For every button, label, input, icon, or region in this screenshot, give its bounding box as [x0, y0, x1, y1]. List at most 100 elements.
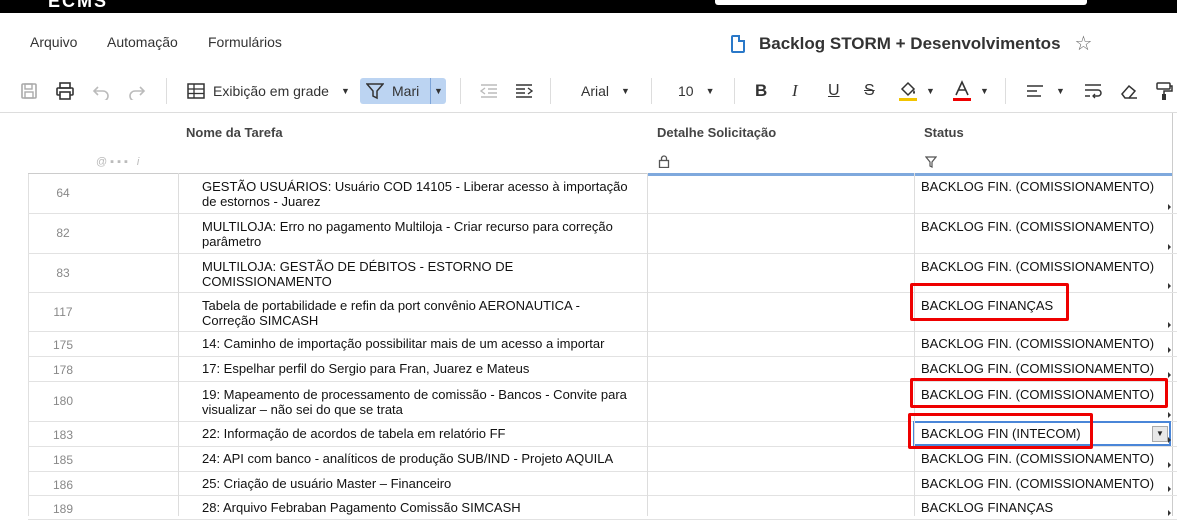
fill-color-icon[interactable]: ▼ — [898, 78, 935, 104]
undo-icon[interactable] — [92, 78, 110, 104]
align-left-icon[interactable]: ▼ — [1026, 78, 1065, 104]
task-name-line: GESTÃO USUÁRIOS: Usuário COD 14105 - Lib… — [202, 179, 628, 194]
column-header-label: Nome da Tarefa — [186, 125, 283, 140]
status-cell[interactable]: BACKLOG FIN. (COMISSIONAMENTO) — [921, 219, 1154, 234]
font-size-label: 10 — [678, 83, 694, 99]
task-name-line: COMISSIONAMENTO — [202, 274, 332, 289]
task-name-cell[interactable]: 28: Arquivo Febraban Pagamento Comissão … — [202, 500, 642, 515]
task-name-cell[interactable]: 25: Criação de usuário Master – Financei… — [202, 476, 642, 491]
cell-corner-marker — [1168, 244, 1171, 250]
print-icon[interactable] — [55, 78, 75, 104]
save-icon[interactable] — [20, 78, 38, 104]
column-header-nome[interactable]: Nome da Tarefa — [178, 113, 648, 174]
column-header-status[interactable]: Status — [914, 113, 1172, 176]
menu-arquivo[interactable]: Arquivo — [30, 34, 77, 50]
row-number: 189 — [52, 502, 74, 516]
task-name-line: Correção SIMCASH — [202, 313, 319, 328]
task-name-cell[interactable]: 22: Informação de acordos de tabela em r… — [202, 426, 642, 441]
eraser-icon[interactable] — [1120, 78, 1138, 104]
status-cell[interactable]: BACKLOG FIN. (COMISSIONAMENTO) — [921, 451, 1154, 466]
row-number: 64 — [56, 186, 70, 200]
task-name-cell[interactable]: Tabela de portabilidade e refin da port … — [202, 298, 642, 328]
outdent-icon[interactable] — [480, 78, 498, 104]
table-row[interactable]: 64 GESTÃO USUÁRIOS: Usuário COD 14105 - L… — [28, 173, 1177, 214]
global-search-input[interactable] — [715, 0, 1087, 5]
indent-icon[interactable] — [515, 78, 533, 104]
row-number: 183 — [52, 428, 74, 442]
cell-corner-marker — [1168, 372, 1171, 378]
table-row[interactable]: 82 MULTILOJA: Erro no pagamento Multiloja… — [28, 213, 1177, 254]
table-row[interactable]: 189 28: Arquivo Febraban Pagamento Comiss… — [28, 495, 1177, 520]
detail-cell[interactable] — [648, 213, 914, 253]
font-family-dropdown[interactable]: Arial ▼ — [581, 78, 630, 104]
status-cell[interactable]: BACKLOG FIN. (COMISSIONAMENTO) — [921, 259, 1154, 274]
task-name-cell[interactable]: 19: Mapeamento de processamento de comis… — [202, 387, 642, 417]
task-name-line: 14: Caminho de importação possibilitar m… — [202, 336, 605, 351]
chevron-down-icon[interactable]: ▼ — [1056, 86, 1065, 96]
task-name-cell[interactable]: 17: Espelhar perfil do Sergio para Fran,… — [202, 361, 642, 376]
wrap-text-icon[interactable] — [1084, 78, 1102, 104]
star-icon[interactable]: ☆ — [1075, 31, 1093, 56]
table-row[interactable]: 175 14: Caminho de importação possibilita… — [28, 331, 1177, 357]
text-color-icon[interactable]: ▼ — [952, 78, 989, 104]
column-divider — [178, 173, 179, 516]
detail-cell[interactable] — [648, 495, 914, 519]
chevron-down-icon[interactable]: ▼ — [434, 86, 443, 96]
task-name-cell[interactable]: MULTILOJA: GESTÃO DE DÉBITOS - ESTORNO D… — [202, 259, 642, 289]
detail-cell[interactable] — [648, 253, 914, 292]
task-name-line: 28: Arquivo Febraban Pagamento Comissão … — [202, 500, 521, 515]
cell-corner-marker — [1168, 283, 1171, 289]
task-name-cell[interactable]: MULTILOJA: Erro no pagamento Multiloja -… — [202, 219, 642, 249]
detail-cell[interactable] — [648, 173, 914, 213]
task-name-line: 22: Informação de acordos de tabela em r… — [202, 426, 506, 441]
filter-icon — [925, 156, 937, 168]
italic-icon[interactable]: I — [792, 78, 798, 104]
highlight-box — [910, 283, 1069, 321]
detail-cell[interactable] — [648, 471, 914, 495]
cell-corner-marker — [1168, 486, 1171, 492]
status-cell[interactable]: BACKLOG FIN. (COMISSIONAMENTO) — [921, 476, 1154, 491]
bold-icon[interactable]: B — [755, 78, 767, 104]
detail-cell[interactable] — [648, 356, 914, 381]
strikethrough-icon[interactable]: S — [864, 78, 875, 104]
task-name-cell[interactable]: 14: Caminho de importação possibilitar m… — [202, 336, 642, 351]
filter-dropdown[interactable]: Mari ▼ — [360, 78, 446, 104]
menu-formularios[interactable]: Formulários — [208, 34, 282, 50]
font-size-dropdown[interactable]: 10 ▼ — [678, 78, 715, 104]
task-name-cell[interactable]: 24: API com banco - analíticos de produç… — [202, 451, 642, 466]
toolbar-divider — [651, 78, 652, 104]
task-name-line: 19: Mapeamento de processamento de comis… — [202, 387, 627, 402]
cell-corner-marker — [1168, 322, 1171, 328]
paint-format-icon[interactable] — [1155, 78, 1173, 104]
status-cell[interactable]: BACKLOG FIN. (COMISSIONAMENTO) — [921, 179, 1154, 194]
chevron-down-icon[interactable]: ▼ — [980, 86, 989, 96]
task-name-line: 25: Criação de usuário Master – Financei… — [202, 476, 452, 491]
filter-icon — [366, 83, 384, 100]
left-gutter — [0, 113, 29, 516]
status-cell[interactable]: BACKLOG FIN. (COMISSIONAMENTO) — [921, 361, 1154, 376]
detail-cell[interactable] — [648, 421, 914, 446]
status-cell[interactable]: BACKLOG FIN. (COMISSIONAMENTO) — [921, 336, 1154, 351]
status-cell[interactable]: BACKLOG FINANÇAS — [921, 500, 1053, 515]
document-title[interactable]: Backlog STORM + Desenvolvimentos — [759, 34, 1061, 54]
detail-cell[interactable] — [648, 381, 914, 421]
chevron-down-icon[interactable]: ▼ — [1152, 426, 1168, 442]
cell-corner-marker — [1168, 347, 1171, 353]
underline-icon[interactable]: U — [828, 78, 840, 104]
highlight-box — [908, 413, 1093, 449]
table-row[interactable]: 186 25: Criação de usuário Master – Finan… — [28, 471, 1177, 496]
detail-cell[interactable] — [648, 446, 914, 471]
grid-view-dropdown[interactable]: Exibição em grade ▼ — [187, 78, 350, 104]
table-row[interactable]: 185 24: API com banco - analíticos de pro… — [28, 446, 1177, 472]
menu-automacao[interactable]: Automação — [107, 34, 178, 50]
detail-cell[interactable] — [648, 331, 914, 356]
toolbar: Exibição em grade ▼ Mari ▼ Arial ▼ 10 ▼ … — [0, 70, 1177, 113]
redo-icon[interactable] — [128, 78, 146, 104]
detail-cell[interactable] — [648, 292, 914, 331]
chevron-down-icon[interactable]: ▼ — [926, 86, 935, 96]
task-name-line: MULTILOJA: GESTÃO DE DÉBITOS - ESTORNO D… — [202, 259, 514, 274]
cell-corner-marker — [1168, 204, 1171, 210]
column-header-detalhe[interactable]: Detalhe Solicitação — [648, 113, 914, 176]
task-name-cell[interactable]: GESTÃO USUÁRIOS: Usuário COD 14105 - Lib… — [202, 179, 642, 209]
task-name-line: 24: API com banco - analíticos de produç… — [202, 451, 614, 466]
